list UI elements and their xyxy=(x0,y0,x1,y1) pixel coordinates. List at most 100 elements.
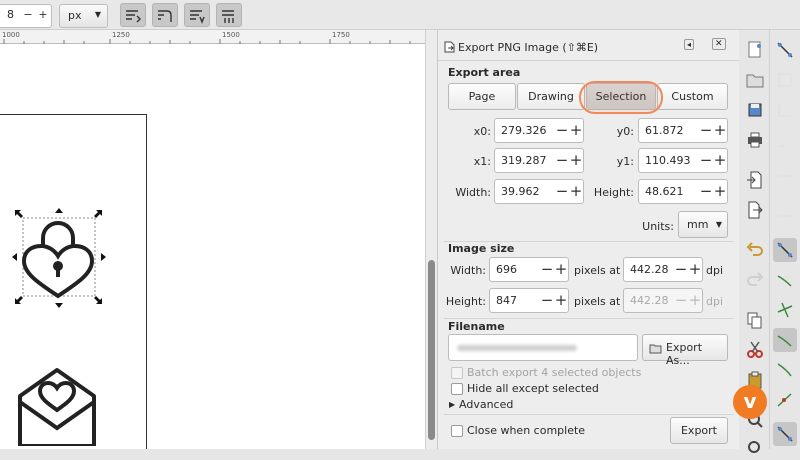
filename-input[interactable] xyxy=(448,334,638,361)
transform-corners-button[interactable] xyxy=(152,3,178,27)
snap-toggle-icon[interactable] xyxy=(773,38,797,62)
increment-button[interactable]: + xyxy=(36,8,50,21)
tab-drawing[interactable]: Drawing xyxy=(517,83,585,110)
snap-nodes-button[interactable] xyxy=(773,238,797,262)
filename-blurred-text xyxy=(457,345,577,351)
area-width-increment[interactable]: + xyxy=(569,182,583,200)
snap-intersection-icon[interactable] xyxy=(773,298,797,322)
print-icon[interactable] xyxy=(743,128,767,152)
y1-decrement[interactable]: − xyxy=(699,151,713,169)
units-select-value: mm xyxy=(687,218,709,231)
snap-bbox-edge-icon[interactable] xyxy=(773,98,797,122)
tab-page[interactable]: Page xyxy=(448,83,516,110)
dpi-increment[interactable]: + xyxy=(688,260,702,278)
close-when-complete-checkbox[interactable] xyxy=(451,425,463,437)
snap-nodes-icon xyxy=(777,242,793,258)
advanced-expander-icon[interactable]: ▶ xyxy=(449,400,455,409)
image-height-value: 847 xyxy=(496,294,517,307)
y0-increment[interactable]: + xyxy=(713,121,727,139)
cut-icon[interactable] xyxy=(743,338,767,362)
area-height-decrement[interactable]: − xyxy=(699,182,713,200)
area-width-field[interactable]: 39.962 − + xyxy=(494,179,584,204)
dialog-float-button[interactable]: ◂ xyxy=(684,39,695,50)
advanced-expander[interactable]: Advanced xyxy=(459,398,513,411)
transform-gradients-icon xyxy=(190,10,205,24)
snap-object-center-button[interactable] xyxy=(773,422,797,446)
chevron-down-icon: ▼ xyxy=(715,220,722,229)
image-height-increment[interactable]: + xyxy=(554,291,568,309)
export-button[interactable]: Export xyxy=(670,417,728,444)
x1-field[interactable]: 319.287 − + xyxy=(494,148,584,173)
image-height-field[interactable]: 847 − + xyxy=(489,288,569,313)
transform-patterns-button[interactable] xyxy=(216,3,242,27)
snap-bbox-corner-icon[interactable] xyxy=(773,128,797,152)
ruler-label: 1000 xyxy=(2,31,20,39)
snap-bbox-icon[interactable] xyxy=(773,68,797,92)
image-height-decrement[interactable]: − xyxy=(540,291,554,309)
copy-icon[interactable] xyxy=(743,308,767,332)
x0-increment[interactable]: + xyxy=(569,121,583,139)
snap-midpoint-icon[interactable] xyxy=(773,388,797,412)
scrollbar-thumb[interactable] xyxy=(428,260,435,440)
new-document-icon[interactable] xyxy=(743,38,767,62)
tab-custom[interactable]: Custom xyxy=(657,83,728,110)
dpi-field-disabled: 442.28 − + xyxy=(623,288,703,313)
image-width-increment[interactable]: + xyxy=(554,260,568,278)
snap-bbox-midpoint-icon[interactable] xyxy=(773,158,797,182)
open-folder-icon[interactable] xyxy=(743,68,767,92)
drawing-canvas[interactable] xyxy=(0,44,425,449)
y0-decrement[interactable]: − xyxy=(699,121,713,139)
transform-stroke-button[interactable] xyxy=(120,3,146,27)
area-height-increment[interactable]: + xyxy=(713,182,727,200)
export-as-button[interactable]: Export As... xyxy=(642,334,728,367)
export-document-icon xyxy=(444,41,455,53)
area-width-decrement[interactable]: − xyxy=(555,182,569,200)
decrement-button[interactable]: − xyxy=(21,8,35,21)
unit-select[interactable]: px ▼ xyxy=(59,4,108,28)
units-select[interactable]: mm ▼ xyxy=(678,211,728,238)
footer-divider xyxy=(444,414,734,415)
dialog-close-icon[interactable]: ✕ xyxy=(712,38,726,50)
heart-padlock-icon[interactable] xyxy=(10,204,110,314)
value-field[interactable]: 8 − + xyxy=(0,4,52,28)
snap-cusp-icon xyxy=(777,335,792,347)
x0-field[interactable]: 279.326 − + xyxy=(494,118,584,143)
y1-increment[interactable]: + xyxy=(713,151,727,169)
snap-center-icon[interactable] xyxy=(773,198,797,222)
dpi-decrement[interactable]: − xyxy=(674,260,688,278)
y0-value: 61.872 xyxy=(645,124,684,137)
x0-label: x0: xyxy=(473,125,491,138)
zoom-drawing-icon[interactable] xyxy=(743,436,767,460)
hide-all-checkbox[interactable] xyxy=(451,383,463,395)
dpi-field[interactable]: 442.28 − + xyxy=(623,257,703,282)
image-width-value: 696 xyxy=(496,263,517,276)
save-icon[interactable] xyxy=(743,98,767,122)
image-height-label: Height: xyxy=(445,295,486,308)
snap-cusp-button[interactable] xyxy=(773,328,797,352)
x1-increment[interactable]: + xyxy=(569,151,583,169)
heart-envelope-icon[interactable] xyxy=(16,366,98,446)
area-height-field[interactable]: 48.621 − + xyxy=(638,179,728,204)
image-width-field[interactable]: 696 − + xyxy=(489,257,569,282)
export-icon[interactable] xyxy=(743,198,767,222)
dock-divider xyxy=(769,30,770,449)
image-width-decrement[interactable]: − xyxy=(540,260,554,278)
height-label: Height: xyxy=(593,186,634,199)
import-icon[interactable] xyxy=(743,168,767,192)
y0-field[interactable]: 61.872 − + xyxy=(638,118,728,143)
value-text: 8 xyxy=(7,8,14,21)
ruler-label: 1750 xyxy=(332,31,350,39)
x0-decrement[interactable]: − xyxy=(555,121,569,139)
dpi-label: dpi xyxy=(706,264,724,277)
transform-gradients-button[interactable] xyxy=(184,3,210,27)
redo-icon[interactable] xyxy=(743,268,767,292)
snap-smooth-icon[interactable] xyxy=(773,358,797,382)
y1-field[interactable]: 110.493 − + xyxy=(638,148,728,173)
x1-decrement[interactable]: − xyxy=(555,151,569,169)
undo-icon[interactable] xyxy=(743,238,767,262)
x0-value: 279.326 xyxy=(501,124,547,137)
canvas-vertical-scrollbar[interactable] xyxy=(425,30,437,449)
snap-paths-icon[interactable] xyxy=(773,268,797,292)
horizontal-ruler: 1000 1250 1500 1750 xyxy=(0,30,425,44)
unit-select-value: px xyxy=(68,9,82,22)
